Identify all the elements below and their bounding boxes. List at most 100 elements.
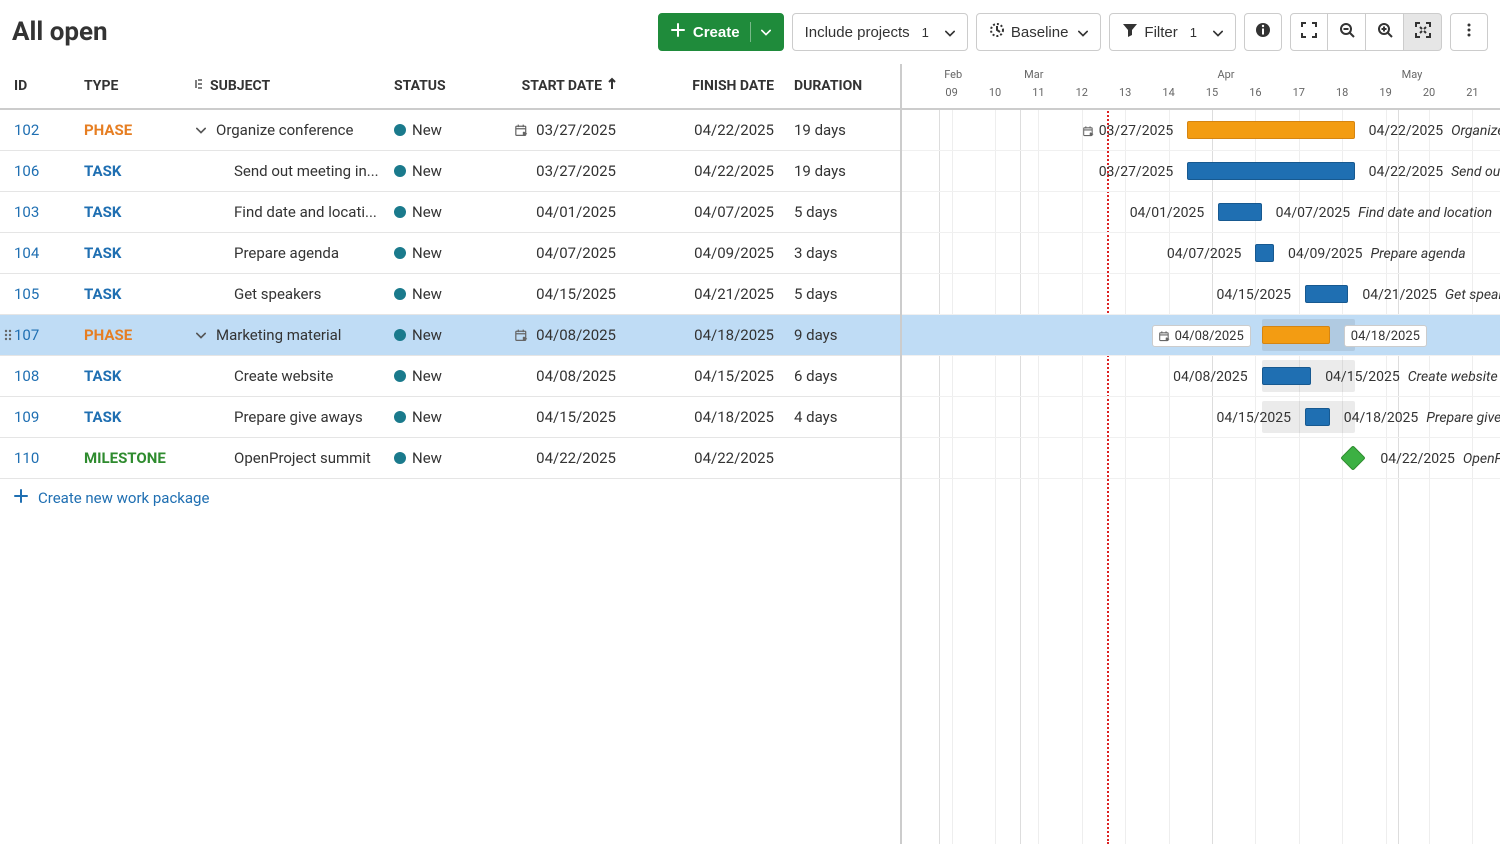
create-new-work-package[interactable]: Create new work package (0, 479, 900, 517)
cell-subject[interactable]: Create website (194, 367, 394, 385)
gantt-row[interactable]: 04/08/202504/15/2025Create website (902, 356, 1500, 397)
cell-duration[interactable]: 3 days (794, 244, 914, 262)
cell-type[interactable]: MILESTONE (84, 449, 194, 467)
table-row[interactable]: 103 TASK Find date and locati... New 04/… (0, 192, 900, 233)
cell-id[interactable]: 103 (14, 203, 84, 221)
cell-start-date[interactable]: 04/07/2025 (494, 244, 644, 262)
cell-id[interactable]: 105 (14, 285, 84, 303)
cell-type[interactable]: PHASE (84, 121, 194, 139)
drag-handle-icon[interactable] (3, 315, 13, 355)
gantt-pane[interactable]: FebMarAprMay 09101112131415161718192021 … (902, 64, 1500, 844)
create-button[interactable]: Create (658, 13, 784, 51)
cell-type[interactable]: TASK (84, 367, 194, 385)
zoom-in-button[interactable] (1366, 13, 1404, 51)
gantt-row[interactable]: 04/08/2025 04/18/2025 (902, 315, 1500, 356)
cell-duration[interactable]: 19 days (794, 162, 914, 180)
gantt-row[interactable]: 03/27/202504/22/2025Organize conf (902, 110, 1500, 151)
cell-status[interactable]: New (394, 162, 494, 180)
column-header-finish-date[interactable]: FINISH DATE (644, 78, 794, 94)
zoom-out-button[interactable] (1328, 13, 1366, 51)
gantt-bar[interactable] (1262, 326, 1330, 344)
cell-id[interactable]: 107 (14, 326, 84, 344)
cell-duration[interactable]: 6 days (794, 367, 914, 385)
column-header-start-date[interactable]: START DATE (494, 77, 644, 95)
cell-start-date[interactable]: 04/08/2025 (494, 326, 644, 344)
gantt-row[interactable]: 03/27/202504/22/2025Send out mee (902, 151, 1500, 192)
table-row[interactable]: 109 TASK Prepare give aways New 04/15/20… (0, 397, 900, 438)
cell-status[interactable]: New (394, 449, 494, 467)
include-projects-button[interactable]: Include projects 1 (792, 13, 968, 51)
cell-status[interactable]: New (394, 285, 494, 303)
cell-finish-date[interactable]: 04/22/2025 (644, 121, 794, 139)
cell-type[interactable]: PHASE (84, 326, 194, 344)
column-header-subject[interactable]: SUBJECT (194, 78, 394, 94)
gantt-row[interactable]: 04/15/202504/21/2025Get speakers (902, 274, 1500, 315)
cell-type[interactable]: TASK (84, 285, 194, 303)
cell-subject[interactable]: Prepare give aways (194, 408, 394, 426)
cell-subject[interactable]: Organize conference (194, 121, 394, 139)
more-menu-button[interactable] (1450, 13, 1488, 51)
cell-type[interactable]: TASK (84, 162, 194, 180)
cell-id[interactable]: 108 (14, 367, 84, 385)
cell-status[interactable]: New (394, 121, 494, 139)
gantt-date-chip-finish[interactable]: 04/18/2025 (1344, 325, 1427, 347)
gantt-row[interactable]: 04/01/202504/07/2025Find date and locati… (902, 192, 1500, 233)
cell-subject[interactable]: Find date and locati... (194, 203, 394, 221)
cell-finish-date[interactable]: 04/15/2025 (644, 367, 794, 385)
cell-subject[interactable]: Marketing material (194, 326, 394, 344)
cell-finish-date[interactable]: 04/22/2025 (644, 449, 794, 467)
gantt-bar[interactable] (1255, 244, 1274, 262)
cell-subject[interactable]: OpenProject summit (194, 449, 394, 467)
cell-status[interactable]: New (394, 367, 494, 385)
cell-status[interactable]: New (394, 244, 494, 262)
gantt-bar[interactable] (1305, 408, 1330, 426)
cell-finish-date[interactable]: 04/21/2025 (644, 285, 794, 303)
table-row[interactable]: 110 MILESTONE OpenProject summit New 04/… (0, 438, 900, 479)
gantt-bar[interactable] (1187, 162, 1354, 180)
cell-status[interactable]: New (394, 203, 494, 221)
cell-finish-date[interactable]: 04/22/2025 (644, 162, 794, 180)
table-row[interactable]: 106 TASK Send out meeting in... New 03/2… (0, 151, 900, 192)
gantt-bar[interactable] (1262, 367, 1312, 385)
cell-type[interactable]: TASK (84, 244, 194, 262)
gantt-row[interactable]: 04/15/202504/18/2025Prepare give away (902, 397, 1500, 438)
cell-type[interactable]: TASK (84, 203, 194, 221)
cell-id[interactable]: 110 (14, 449, 84, 467)
cell-id[interactable]: 102 (14, 121, 84, 139)
cell-type[interactable]: TASK (84, 408, 194, 426)
gantt-bar[interactable] (1218, 203, 1261, 221)
cell-finish-date[interactable]: 04/09/2025 (644, 244, 794, 262)
cell-subject[interactable]: Prepare agenda (194, 244, 394, 262)
cell-start-date[interactable]: 04/15/2025 (494, 285, 644, 303)
table-row[interactable]: 107 PHASE Marketing material New 04/08/2… (0, 315, 900, 356)
cell-finish-date[interactable]: 04/18/2025 (644, 326, 794, 344)
cell-start-date[interactable]: 04/22/2025 (494, 449, 644, 467)
column-header-type[interactable]: TYPE (84, 78, 194, 94)
cell-finish-date[interactable]: 04/18/2025 (644, 408, 794, 426)
cell-duration[interactable]: 5 days (794, 285, 914, 303)
cell-status[interactable]: New (394, 326, 494, 344)
info-button[interactable] (1244, 13, 1282, 51)
column-header-status[interactable]: STATUS (394, 78, 494, 94)
chevron-down-icon[interactable] (194, 127, 208, 134)
gantt-bar[interactable] (1305, 285, 1348, 303)
cell-status[interactable]: New (394, 408, 494, 426)
cell-start-date[interactable]: 04/08/2025 (494, 367, 644, 385)
chevron-down-icon[interactable] (194, 332, 208, 339)
cell-start-date[interactable]: 04/15/2025 (494, 408, 644, 426)
cell-start-date[interactable]: 03/27/2025 (494, 162, 644, 180)
cell-subject[interactable]: Get speakers (194, 285, 394, 303)
cell-subject[interactable]: Send out meeting in... (194, 162, 394, 180)
gantt-row[interactable]: 04/07/202504/09/2025Prepare agenda (902, 233, 1500, 274)
gantt-milestone[interactable] (1341, 445, 1366, 470)
gantt-row[interactable]: 04/22/2025OpenProject (902, 438, 1500, 479)
zoom-to-fit-button[interactable] (1404, 13, 1442, 51)
table-row[interactable]: 108 TASK Create website New 04/08/2025 0… (0, 356, 900, 397)
cell-duration[interactable]: 5 days (794, 203, 914, 221)
cell-finish-date[interactable]: 04/07/2025 (644, 203, 794, 221)
table-row[interactable]: 104 TASK Prepare agenda New 04/07/2025 0… (0, 233, 900, 274)
gantt-bar[interactable] (1187, 121, 1354, 139)
cell-id[interactable]: 104 (14, 244, 84, 262)
gantt-date-chip-start[interactable]: 04/08/2025 (1152, 325, 1251, 347)
cell-start-date[interactable]: 03/27/2025 (494, 121, 644, 139)
